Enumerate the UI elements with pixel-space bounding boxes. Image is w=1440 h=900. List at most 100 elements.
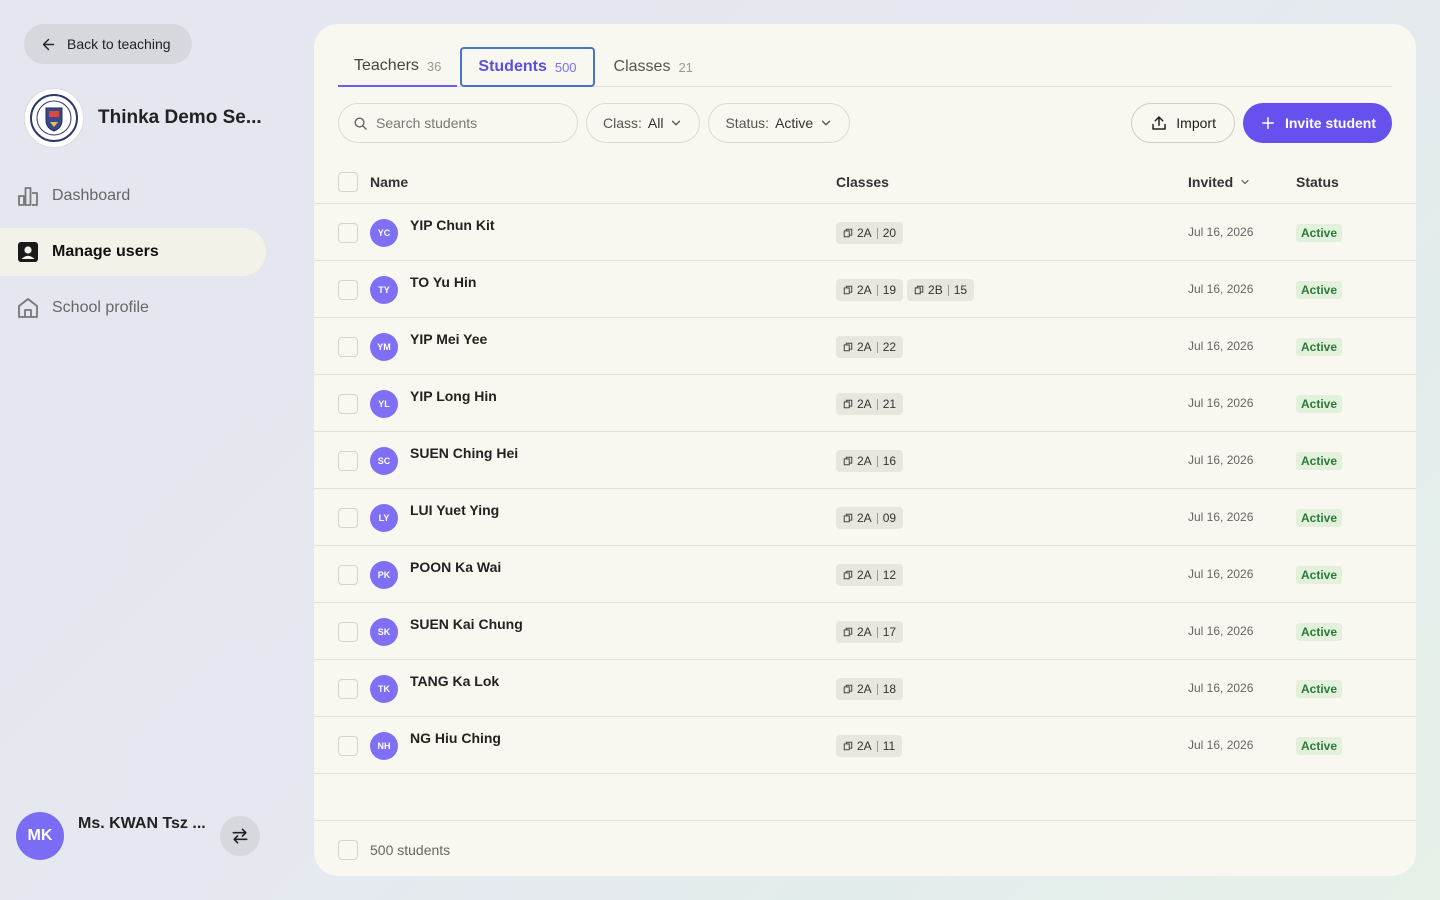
- row-checkbox[interactable]: [338, 280, 358, 300]
- status-badge: Active: [1296, 623, 1343, 641]
- table-row[interactable]: LY LUI Yuet Ying 2A 09 Jul 16, 2026 Active: [314, 489, 1416, 546]
- invited-date: Jul 16, 2026: [1188, 225, 1254, 239]
- school-crest-logo: [24, 88, 84, 148]
- table-row[interactable]: TY TO Yu Hin 2A 19 2B 15 Jul 16, 2026 Active: [314, 261, 1416, 318]
- student-name[interactable]: TANG Ka Lok: [410, 673, 499, 689]
- class-number: 16: [882, 454, 897, 468]
- class-name: 2B: [928, 283, 943, 297]
- class-icon: [843, 627, 853, 637]
- student-name[interactable]: YIP Mei Yee: [410, 331, 487, 347]
- student-name[interactable]: YIP Long Hin: [410, 388, 497, 404]
- table-row[interactable]: YM YIP Mei Yee 2A 22 Jul 16, 2026 Active: [314, 318, 1416, 375]
- chip-divider: [876, 683, 878, 695]
- status-filter-dropdown[interactable]: Status: Active: [708, 103, 851, 143]
- status-badge: Active: [1296, 509, 1343, 527]
- class-icon: [843, 228, 853, 238]
- select-all-checkbox[interactable]: [338, 172, 358, 192]
- sidebar-item-dashboard[interactable]: Dashboard: [0, 172, 266, 220]
- search-input[interactable]: [376, 115, 556, 131]
- column-header-invited[interactable]: Invited: [1188, 174, 1251, 190]
- bar-chart-icon: [18, 187, 38, 206]
- import-button[interactable]: Import: [1131, 103, 1235, 143]
- chevron-down-icon: [822, 120, 831, 126]
- status-badge: Active: [1296, 281, 1343, 299]
- row-checkbox[interactable]: [338, 394, 358, 414]
- column-header-name[interactable]: Name: [370, 174, 408, 190]
- row-checkbox[interactable]: [338, 622, 358, 642]
- avatar[interactable]: MK: [16, 812, 64, 860]
- sidebar: Back to teaching Thinka Demo Se... Dashb…: [0, 0, 290, 900]
- class-chip[interactable]: 2A 21: [836, 393, 904, 415]
- chip-divider: [876, 341, 878, 353]
- sidebar-item-label: School profile: [52, 299, 149, 316]
- column-header-status[interactable]: Status: [1296, 174, 1339, 190]
- class-chip[interactable]: 2A 22: [836, 336, 904, 358]
- student-name[interactable]: SUEN Ching Hei: [410, 445, 518, 461]
- table-body: YC YIP Chun Kit 2A 20 Jul 16, 2026 Active TY TO…: [314, 204, 1416, 774]
- sidebar-item-school-profile[interactable]: School profile: [0, 284, 266, 332]
- table-row[interactable]: NH NG Hiu Ching 2A 11 Jul 16, 2026 Active: [314, 717, 1416, 774]
- invite-student-button[interactable]: Invite student: [1242, 103, 1392, 143]
- class-chip[interactable]: 2A 16: [836, 450, 904, 472]
- row-checkbox[interactable]: [338, 337, 358, 357]
- footer-select-checkbox[interactable]: [338, 840, 358, 860]
- tab-students[interactable]: Students 500: [460, 47, 595, 87]
- class-chip[interactable]: 2A 18: [836, 678, 904, 700]
- status-badge: Active: [1296, 338, 1343, 356]
- tab-teachers[interactable]: Teachers 36: [338, 47, 458, 87]
- row-checkbox[interactable]: [338, 679, 358, 699]
- chip-divider: [876, 227, 878, 239]
- upload-icon: [1152, 116, 1167, 130]
- table-row[interactable]: YL YIP Long Hin 2A 21 Jul 16, 2026 Active: [314, 375, 1416, 432]
- sidebar-item-manage-users[interactable]: Manage users: [0, 228, 266, 276]
- student-name[interactable]: TO Yu Hin: [410, 274, 476, 290]
- row-checkbox[interactable]: [338, 508, 358, 528]
- class-chip[interactable]: 2A 09: [836, 507, 904, 529]
- student-name[interactable]: YIP Chun Kit: [410, 217, 495, 233]
- row-checkbox[interactable]: [338, 565, 358, 585]
- table-row[interactable]: SK SUEN Kai Chung 2A 17 Jul 16, 2026 Active: [314, 603, 1416, 660]
- class-chips: 2A 17: [836, 621, 904, 643]
- class-chip[interactable]: 2A 11: [836, 735, 903, 757]
- school-header: Thinka Demo Se...: [24, 88, 268, 148]
- sidebar-item-label: Dashboard: [52, 187, 131, 204]
- class-name: 2A: [857, 454, 872, 468]
- invited-date: Jul 16, 2026: [1188, 624, 1254, 638]
- class-name: 2A: [857, 226, 872, 240]
- class-chip[interactable]: 2A 17: [836, 621, 904, 643]
- table-row[interactable]: TK TANG Ka Lok 2A 18 Jul 16, 2026 Active: [314, 660, 1416, 717]
- class-chip[interactable]: 2B 15: [907, 279, 975, 301]
- class-chip[interactable]: 2A 12: [836, 564, 904, 586]
- tab-classes[interactable]: Classes 21: [598, 47, 709, 87]
- chip-divider: [876, 398, 878, 410]
- student-name[interactable]: NG Hiu Ching: [410, 730, 501, 746]
- invited-date: Jul 16, 2026: [1188, 738, 1254, 752]
- row-checkbox[interactable]: [338, 223, 358, 243]
- arrow-left-icon: [42, 38, 55, 50]
- row-checkbox[interactable]: [338, 736, 358, 756]
- avatar: YC: [370, 219, 398, 247]
- student-name[interactable]: LUI Yuet Ying: [410, 502, 499, 518]
- school-name: Thinka Demo Se...: [98, 107, 262, 128]
- invited-date: Jul 16, 2026: [1188, 510, 1254, 524]
- class-number: 12: [882, 568, 897, 582]
- class-number: 19: [882, 283, 897, 297]
- tab-label: Teachers: [354, 57, 419, 74]
- switch-account-button[interactable]: [220, 816, 260, 856]
- column-header-classes[interactable]: Classes: [836, 174, 889, 190]
- back-to-teaching-button[interactable]: Back to teaching: [24, 24, 192, 64]
- class-chip[interactable]: 2A 19: [836, 279, 904, 301]
- student-name[interactable]: POON Ka Wai: [410, 559, 501, 575]
- table-row[interactable]: PK POON Ka Wai 2A 12 Jul 16, 2026 Active: [314, 546, 1416, 603]
- student-name[interactable]: SUEN Kai Chung: [410, 616, 523, 632]
- chip-divider: [876, 455, 878, 467]
- table-row[interactable]: YC YIP Chun Kit 2A 20 Jul 16, 2026 Active: [314, 204, 1416, 261]
- table-footer: 500 students: [314, 820, 1416, 876]
- table-row[interactable]: SC SUEN Ching Hei 2A 16 Jul 16, 2026 Active: [314, 432, 1416, 489]
- sidebar-item-label: Manage users: [52, 243, 159, 260]
- class-chip[interactable]: 2A 20: [836, 222, 904, 244]
- row-checkbox[interactable]: [338, 451, 358, 471]
- plus-icon: [1261, 117, 1274, 129]
- class-icon: [843, 342, 853, 352]
- class-filter-dropdown[interactable]: Class: All: [586, 103, 701, 143]
